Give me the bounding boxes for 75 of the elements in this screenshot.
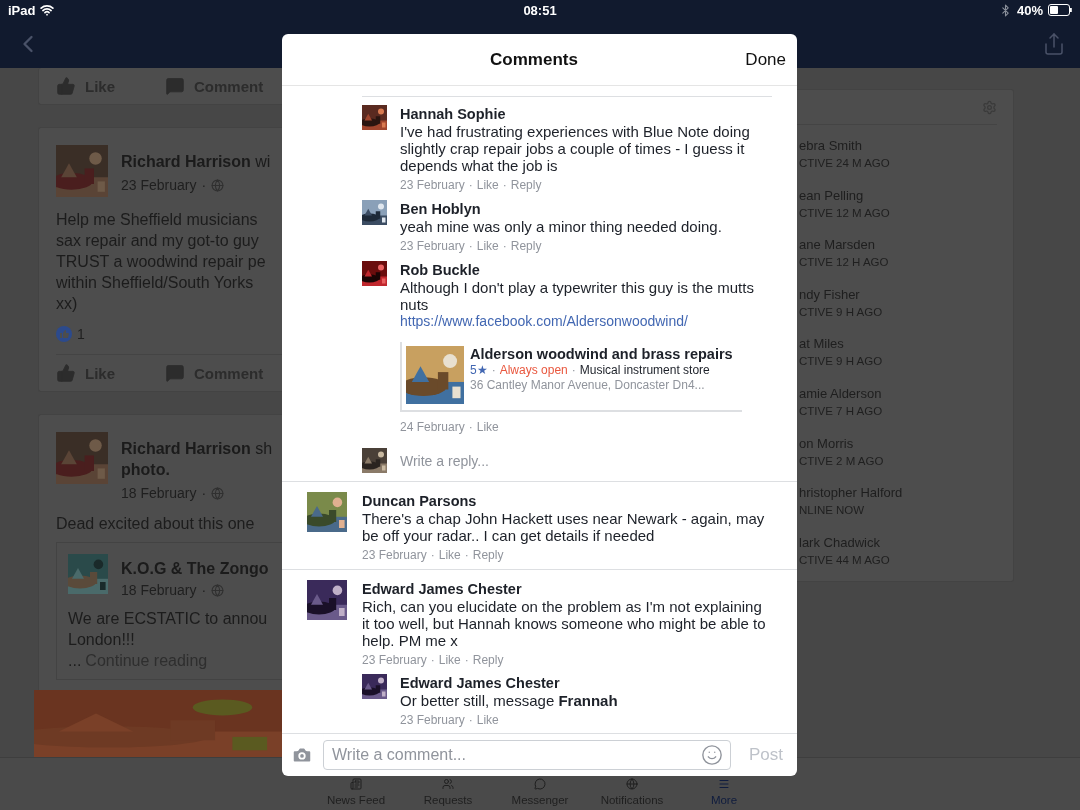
globe-icon bbox=[211, 486, 225, 500]
separator-dot: · bbox=[201, 485, 207, 501]
comment-text: yeah mine was only a minor thing needed doing. bbox=[400, 218, 723, 235]
comment-text: Although I don't play a typewriter this guy is the mutts nuts bbox=[400, 279, 755, 313]
battery-icon bbox=[1048, 4, 1072, 16]
comment-field[interactable]: Write a comment... bbox=[323, 740, 731, 770]
speech-bubble-icon bbox=[534, 778, 546, 790]
thumbs-up-icon bbox=[56, 363, 76, 383]
separator-dot: · bbox=[430, 547, 435, 563]
comment-text: Or better still, message Frannah bbox=[400, 692, 619, 709]
place-rating: 5★ bbox=[470, 363, 488, 377]
separator-dot: · bbox=[468, 238, 473, 254]
place-name: Alderson woodwind and brass repairs bbox=[470, 346, 733, 362]
comment-text: Rich, can you elucidate on the problem as I'm not explaining it too well, but Hannah knows someone who might be able to help. PM me x bbox=[362, 598, 767, 649]
place-category: Musical instrument store bbox=[579, 363, 710, 377]
like-link[interactable]: Like bbox=[476, 177, 499, 193]
separator-dot: · bbox=[468, 712, 473, 728]
reply-link[interactable]: Reply bbox=[472, 547, 504, 563]
device-name: iPad bbox=[8, 2, 36, 18]
comment-text: There's a chap John Hackett uses near Newark - again, may be off your radar.. I can get details if needed bbox=[362, 510, 766, 544]
commenter-name[interactable]: Ben Hoblyn bbox=[400, 200, 772, 218]
commenter-name[interactable]: Edward James Chester bbox=[362, 580, 772, 598]
newspaper-icon bbox=[350, 778, 362, 790]
like-link[interactable]: Like bbox=[476, 238, 499, 254]
link[interactable]: https://www.facebook.com/Aldersonwoodwind/ bbox=[400, 313, 772, 330]
separator-dot: · bbox=[468, 419, 473, 435]
like-link[interactable]: Like bbox=[438, 547, 461, 563]
share-icon[interactable] bbox=[1042, 32, 1066, 56]
commenter-name[interactable]: Rob Buckle bbox=[400, 261, 772, 279]
separator-dot: · bbox=[464, 652, 469, 668]
separator-dot: · bbox=[430, 652, 435, 668]
done-button[interactable]: Done bbox=[745, 49, 786, 70]
dialog-title: Comments bbox=[490, 49, 578, 70]
comment-date: 24 February bbox=[400, 419, 465, 435]
commenter-name[interactable]: Duncan Parsons bbox=[362, 492, 772, 510]
opening-hours: Always open bbox=[499, 363, 568, 377]
like-link[interactable]: Like bbox=[438, 652, 461, 668]
globe-icon bbox=[211, 583, 225, 597]
smiley-icon[interactable] bbox=[700, 744, 723, 766]
separator-dot: · bbox=[491, 363, 496, 377]
speech-bubble-icon bbox=[165, 363, 185, 383]
separator-dot: · bbox=[468, 177, 473, 193]
like-link[interactable]: Like bbox=[476, 419, 499, 435]
speech-bubble-icon bbox=[165, 76, 185, 96]
clock: 08:51 bbox=[523, 2, 557, 18]
wifi-icon bbox=[40, 3, 55, 17]
link-preview[interactable]: Alderson woodwind and brass repairs 5★ · Always open · Musical instrument store 36 Cantley Manor Avenue, Doncaster Dn4... bbox=[400, 342, 742, 412]
menu-icon bbox=[718, 778, 730, 790]
separator-dot: · bbox=[201, 177, 207, 193]
comment-date: 23 February bbox=[362, 652, 427, 668]
ellipsis: ... bbox=[68, 651, 82, 671]
comment-text: I've had frustrating experiences with Blue Note doing slightly crap repair jobs a couple of times - I guess it depends what the job is bbox=[400, 123, 751, 174]
separator-dot: · bbox=[502, 177, 507, 193]
like-link[interactable]: Like bbox=[476, 712, 499, 728]
globe-icon bbox=[211, 178, 225, 192]
thumbs-up-icon bbox=[56, 76, 76, 96]
separator-dot: · bbox=[571, 363, 576, 377]
separator-dot: · bbox=[201, 582, 207, 598]
comment-date: 23 February bbox=[400, 238, 465, 254]
commenter-name[interactable]: Edward James Chester bbox=[400, 674, 772, 692]
separator-dot: · bbox=[464, 547, 469, 563]
reply-link[interactable]: Reply bbox=[472, 652, 504, 668]
people-icon bbox=[442, 778, 454, 790]
tab-item[interactable]: More bbox=[688, 778, 760, 810]
separator-dot: · bbox=[502, 238, 507, 254]
commenter-name[interactable]: Hannah Sophie bbox=[400, 105, 772, 123]
place-address: 36 Cantley Manor Avenue, Doncaster Dn4... bbox=[470, 378, 706, 392]
comment-date: 23 February bbox=[400, 177, 465, 193]
comment-date: 23 February bbox=[362, 547, 427, 563]
reply-link[interactable]: Reply bbox=[510, 238, 542, 254]
battery-percent: 40% bbox=[1016, 2, 1043, 18]
globe-icon bbox=[626, 778, 638, 790]
reply-link[interactable]: Reply bbox=[510, 177, 542, 193]
comment-date: 23 February bbox=[400, 712, 465, 728]
like-badge-icon bbox=[56, 326, 72, 342]
